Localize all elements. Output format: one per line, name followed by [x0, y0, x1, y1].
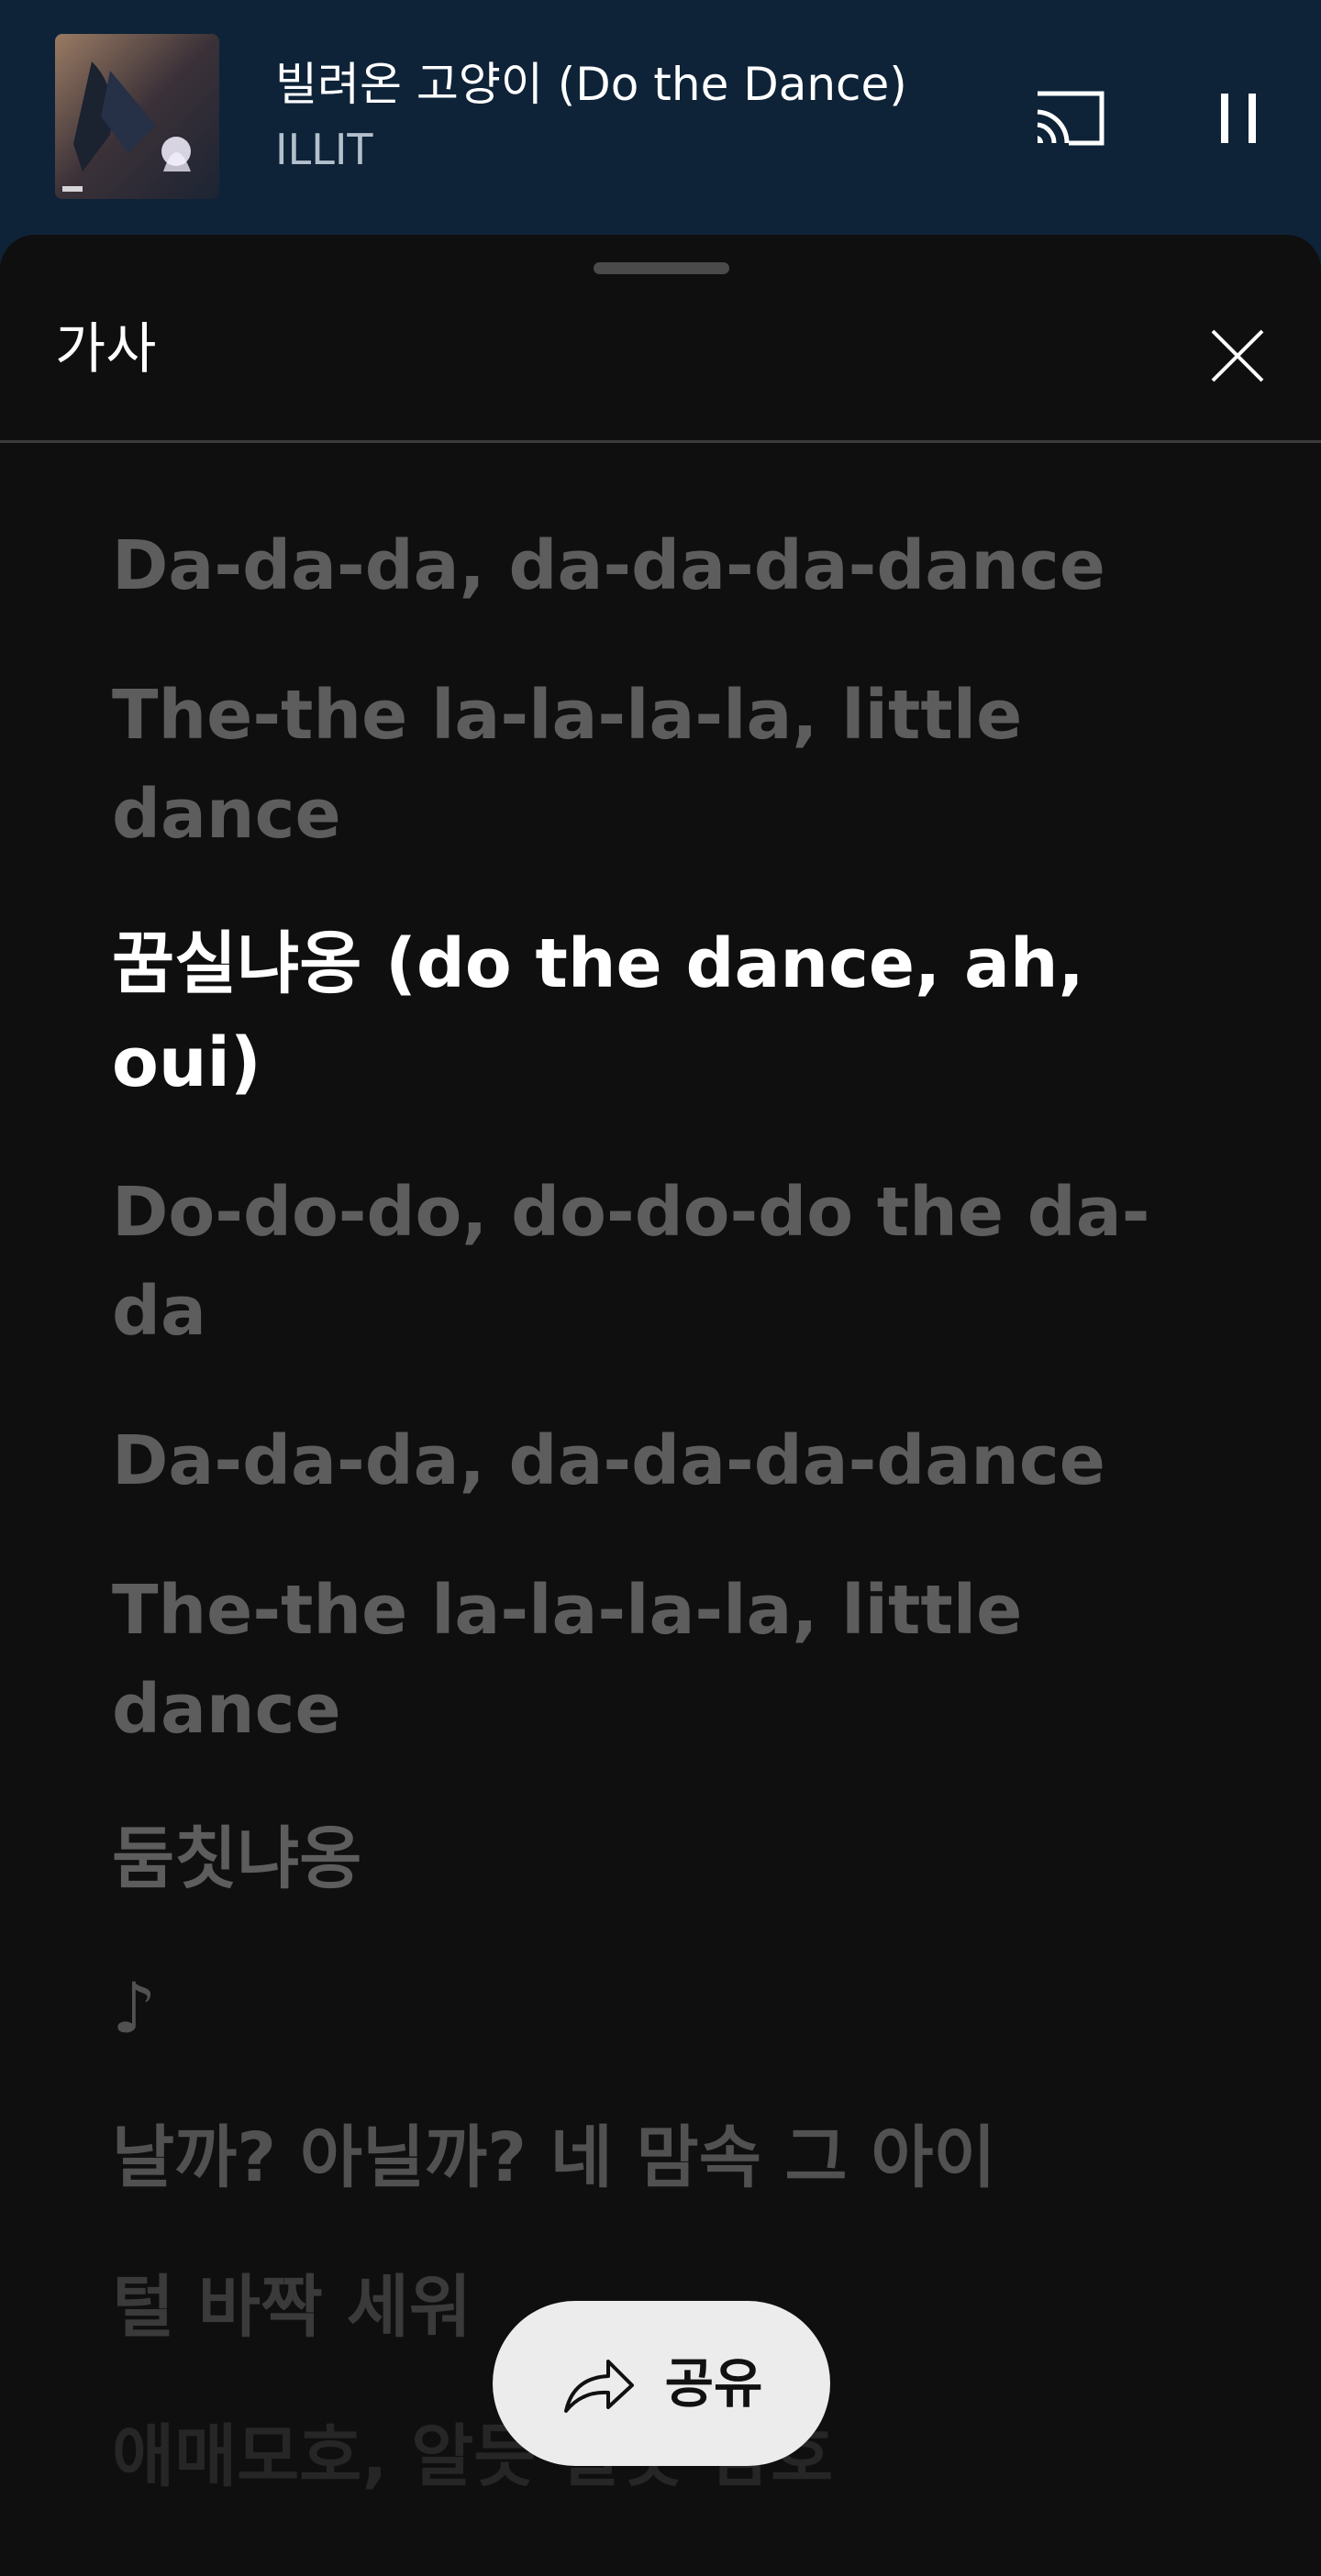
track-artist[interactable]: ILLIT	[275, 124, 373, 175]
mini-player[interactable]: 빌려온 고양이 (Do the Dance) ILLIT	[0, 0, 1321, 266]
lyrics-viewport[interactable]: da-da Da-da-da, da-da-da-dance The-the l…	[0, 443, 1321, 2576]
lyric-line[interactable]: The-the la-la-la-la, little dance	[112, 666, 1240, 864]
track-title[interactable]: 빌려온 고양이 (Do the Dance)	[275, 57, 907, 112]
lyric-line[interactable]: 날까? 아닐까? 네 맘속 그 아이	[112, 2108, 1240, 2207]
album-art	[55, 34, 219, 199]
lyric-line[interactable]: da-da	[112, 443, 1240, 466]
share-label: 공유	[664, 2352, 763, 2415]
lyric-line[interactable]: The-the la-la-la-la, little dance	[112, 1561, 1240, 1759]
lyric-line[interactable]: 둠칫냐옹	[112, 1809, 1240, 1908]
drag-handle[interactable]	[594, 262, 729, 274]
lyric-line-active[interactable]: 꿈실냐옹 (do the dance, ah, oui)	[112, 914, 1240, 1112]
lyric-line[interactable]: Do-do-do, do-do-do the da-da	[112, 1163, 1240, 1361]
close-icon[interactable]	[1209, 327, 1266, 384]
cast-icon[interactable]	[1032, 86, 1109, 150]
lyrics-list: da-da Da-da-da, da-da-da-dance The-the l…	[112, 443, 1240, 2557]
lyrics-sheet-title: 가사	[55, 317, 157, 381]
pause-icon[interactable]	[1206, 90, 1271, 147]
music-note-icon[interactable]: ♪	[112, 1959, 1240, 2058]
lyric-line[interactable]: Da-da-da, da-da-da-dance	[112, 1411, 1240, 1510]
lyric-line[interactable]: Da-da-da, da-da-da-dance	[112, 516, 1240, 615]
share-button[interactable]: 공유	[493, 2301, 830, 2466]
share-arrow-icon	[563, 2360, 634, 2413]
